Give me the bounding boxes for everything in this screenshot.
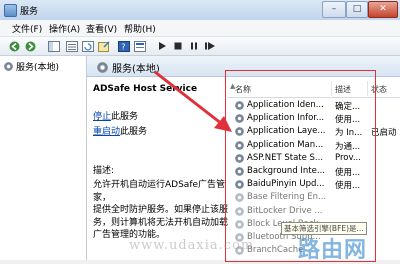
service-status-cell: 已启动	[371, 128, 397, 139]
table-row[interactable]: Application Iden... 确定...	[227, 99, 400, 112]
table-row[interactable]: Application Man... 为通...	[227, 139, 400, 152]
column-header-description[interactable]: 描述	[335, 84, 351, 95]
svg-text:?: ?	[121, 42, 125, 51]
service-name-cell: ASP.NET State S...	[247, 152, 324, 163]
main-header: 服务(本地)	[87, 56, 400, 77]
export-icon[interactable]	[98, 40, 110, 52]
gear-icon	[4, 62, 13, 71]
column-header-name[interactable]: 名称	[235, 84, 251, 95]
service-name-cell: Background Inte...	[247, 166, 325, 176]
gear-icon	[235, 167, 244, 176]
title-bar: 服务 – □ ✕	[0, 0, 400, 21]
maximize-icon[interactable]: □	[346, 1, 368, 18]
menu-view[interactable]: 查看(V)	[86, 22, 117, 35]
table-row[interactable]: BaiduPinyin Upd... 使用...	[227, 178, 400, 191]
gear-icon	[235, 101, 244, 110]
menu-action[interactable]: 操作(A)	[49, 22, 80, 35]
gear-icon	[235, 180, 244, 190]
pause-icon[interactable]	[188, 40, 200, 52]
back-icon[interactable]	[8, 40, 20, 52]
service-description-cell: Prov...	[335, 152, 361, 163]
table-row[interactable]: Application Laye... 为 In... 已启动	[227, 125, 400, 138]
gear-icon	[235, 206, 244, 216]
restart-icon[interactable]	[204, 40, 216, 52]
gear-icon	[235, 153, 244, 163]
description-line: 提供全时防护服务。如果停止该服	[93, 205, 229, 215]
service-description-cell: 使用...	[335, 181, 361, 192]
watermark-right: 路由网	[298, 238, 368, 263]
tree-item-services-local[interactable]: 服务(本地)	[4, 60, 59, 73]
sort-arrow-icon: ▲	[230, 82, 236, 90]
service-name-cell: Application Infor...	[247, 113, 325, 124]
table-row[interactable]: Base Filtering En...	[227, 191, 400, 204]
service-description-cell: 确定...	[335, 102, 361, 112]
restart-service-link[interactable]: 重启动	[93, 127, 120, 137]
column-header-status[interactable]: 状态	[371, 84, 387, 95]
show-tree-icon[interactable]	[48, 40, 60, 52]
watermark-left: www.udaxia.com	[129, 238, 255, 253]
page-title: 服务(本地)	[112, 64, 160, 75]
stop-service-link[interactable]: 停止	[93, 112, 111, 122]
help-icon[interactable]: ?	[118, 40, 130, 52]
window-title: 服务	[20, 7, 39, 17]
tree-item-label: 服务(本地)	[16, 63, 60, 73]
refresh-icon[interactable]	[82, 40, 94, 52]
forward-icon[interactable]	[24, 40, 36, 52]
gear-icon	[235, 219, 244, 229]
gear-icon	[235, 127, 244, 137]
services-app-icon	[4, 4, 17, 17]
service-description-cell: 为通...	[335, 141, 361, 152]
minimize-icon[interactable]: –	[322, 1, 346, 18]
console-tree: 服务(本地)	[0, 56, 87, 260]
menu-bar: 文件(F) 操作(A) 查看(V) 帮助(H)	[0, 20, 400, 37]
table-row[interactable]: Background Inte... 使用...	[227, 165, 400, 178]
close-icon[interactable]: ✕	[368, 1, 398, 18]
list-header: 名称 描述 状态	[227, 80, 400, 98]
gear-icon	[235, 140, 244, 150]
restart-service-text: 此服务	[120, 127, 148, 137]
description-line: 务，则计算机将无法开机自动加载	[93, 217, 229, 228]
stop-service-text: 此服务	[111, 112, 139, 122]
service-name-cell: Application Laye...	[247, 126, 326, 137]
gear-icon	[235, 193, 244, 203]
service-name-cell: Base Filtering En...	[247, 192, 327, 203]
table-row[interactable]: BitLocker Drive ...	[227, 205, 400, 218]
service-name-cell: Application Man...	[247, 139, 324, 150]
table-row[interactable]: ASP.NET State S... Prov...	[227, 152, 400, 165]
list-icon[interactable]	[66, 40, 78, 52]
gear-icon	[97, 62, 108, 73]
description-label: 描述:	[93, 166, 115, 176]
start-icon[interactable]	[156, 40, 168, 52]
service-description-panel: ADSafe Host Service 停止此服务 重启动此服务 描述: 允许开…	[93, 84, 231, 242]
service-name-cell: Application Iden...	[247, 100, 324, 110]
service-name-cell: BitLocker Drive ...	[247, 205, 323, 216]
menu-help[interactable]: 帮助(H)	[124, 22, 156, 35]
service-description-cell: 使用...	[335, 168, 361, 178]
table-row[interactable]: Application Infor... 使用...	[227, 112, 400, 125]
properties-icon[interactable]	[134, 40, 146, 52]
service-name-cell: BaiduPinyin Upd...	[247, 179, 325, 190]
stop-icon[interactable]	[172, 40, 184, 52]
gear-icon	[235, 114, 244, 124]
menu-file[interactable]: 文件(F)	[12, 22, 42, 35]
toolbar: ?	[0, 37, 400, 56]
selected-service-name: ADSafe Host Service	[93, 84, 198, 94]
service-description-cell: 为 In...	[335, 128, 363, 139]
service-description-cell: 使用...	[335, 115, 361, 126]
description-line: 允许开机自动运行ADSafe广告管家，	[93, 180, 226, 203]
description-text: 允许开机自动运行ADSafe广告管家， 提供全时防护服务。如果停止该服 务，则计…	[93, 179, 231, 242]
